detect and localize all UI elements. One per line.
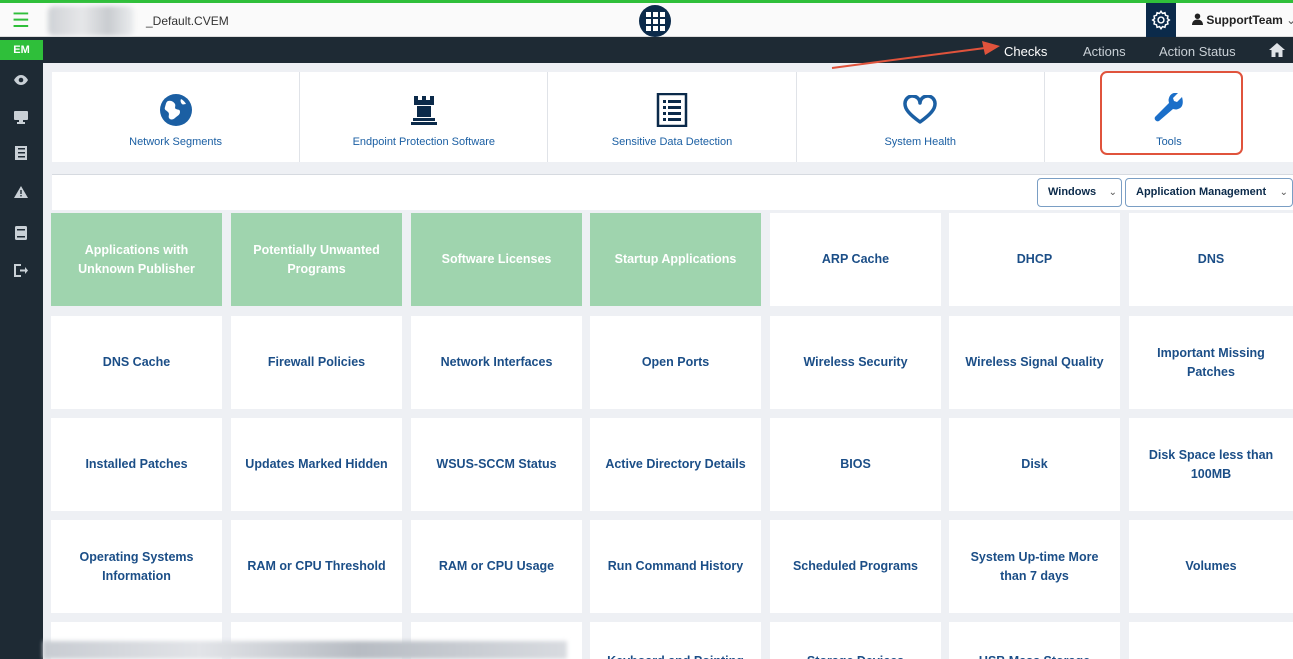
hamburger-menu-icon[interactable]: ☰ (8, 9, 34, 35)
category-label: System Health (884, 136, 956, 148)
chevron-down-icon: ⌄ (1286, 13, 1293, 27)
check-tile[interactable]: Startup Applications (590, 213, 761, 306)
environment-name: _Default.CVEM (146, 14, 229, 28)
check-tile[interactable]: Applications with Unknown Publisher (51, 213, 222, 306)
check-tile[interactable]: Scheduled Programs (770, 520, 941, 613)
gear-icon (1151, 10, 1171, 30)
check-tile[interactable]: BIOS (770, 418, 941, 511)
check-tile[interactable]: Disk (949, 418, 1120, 511)
checks-nav-bar: Checks Actions Action Status (43, 37, 1293, 63)
category-sensitive-data[interactable]: Sensitive Data Detection (548, 72, 797, 162)
tools-highlight-box (1100, 71, 1243, 155)
check-tile[interactable]: Software Licenses (411, 213, 582, 306)
monitor-icon[interactable] (11, 107, 31, 127)
check-tile[interactable]: System Up-time More than 7 days (949, 520, 1120, 613)
category-label: Sensitive Data Detection (611, 136, 733, 148)
app-grid-button[interactable] (639, 5, 671, 37)
document-list-icon (654, 92, 690, 128)
group-select-value: Application Management (1136, 186, 1267, 198)
check-tile[interactable]: Storage Devices (770, 622, 941, 659)
os-select-value: Windows (1048, 186, 1097, 198)
nav-actions[interactable]: Actions (1083, 44, 1126, 59)
os-select[interactable]: Windows ⌄ (1037, 178, 1122, 207)
category-label: Endpoint Protection Software (352, 136, 496, 148)
settings-button[interactable] (1146, 3, 1176, 37)
filter-bar: Windows ⌄ Application Management ⌄ (52, 174, 1293, 210)
check-tile[interactable]: DHCP (949, 213, 1120, 306)
nav-checks[interactable]: Checks (1004, 44, 1047, 59)
rook-icon (406, 92, 442, 128)
check-tile[interactable]: Potentially Unwanted Programs (231, 213, 402, 306)
check-tile[interactable]: Operating Systems Information (51, 520, 222, 613)
chevron-down-icon: ⌄ (1279, 187, 1288, 198)
check-tile[interactable]: Active Directory Details (590, 418, 761, 511)
user-menu[interactable]: SupportTeam ⌄ (1192, 13, 1293, 27)
check-tile[interactable]: Important Missing Patches (1129, 316, 1293, 409)
check-tile[interactable]: WSUS-SCCM Status (411, 418, 582, 511)
book-icon[interactable] (11, 223, 31, 243)
home-icon[interactable] (1268, 42, 1286, 58)
check-tile[interactable]: Updates Marked Hidden (231, 418, 402, 511)
check-tile[interactable]: Keyboard and Pointing (590, 622, 761, 659)
company-logo (48, 6, 134, 36)
chevron-down-icon: ⌄ (1108, 187, 1117, 198)
check-tile[interactable]: Volumes (1129, 520, 1293, 613)
eye-icon[interactable] (11, 70, 31, 90)
check-tile[interactable]: Disk Space less than 100MB (1129, 418, 1293, 511)
category-endpoint-protection[interactable]: Endpoint Protection Software (300, 72, 549, 162)
globe-icon (158, 92, 194, 128)
check-tile[interactable]: Open Ports (590, 316, 761, 409)
check-tile[interactable]: Firewall Policies (231, 316, 402, 409)
nav-action-status[interactable]: Action Status (1159, 44, 1236, 59)
user-name: SupportTeam (1206, 13, 1283, 27)
em-badge[interactable]: EM (0, 40, 43, 60)
blurred-overlay (43, 641, 567, 659)
check-tile[interactable]: Network Interfaces (411, 316, 582, 409)
user-icon (1192, 13, 1203, 25)
check-tile[interactable]: DNS (1129, 213, 1293, 306)
warning-icon[interactable] (11, 182, 31, 202)
left-sidebar: EM (0, 37, 43, 659)
category-network-segments[interactable]: Network Segments (52, 72, 301, 162)
check-tile[interactable]: Wireless Signal Quality (949, 316, 1120, 409)
check-tile[interactable]: Wireless Security (770, 316, 941, 409)
group-select[interactable]: Application Management ⌄ (1125, 178, 1293, 207)
logout-icon[interactable] (11, 260, 31, 280)
check-tile[interactable]: DNS Cache (51, 316, 222, 409)
check-tile[interactable]: USB Mass Storage (949, 622, 1120, 659)
check-tile[interactable]: Installed Patches (51, 418, 222, 511)
category-system-health[interactable]: System Health (797, 72, 1045, 162)
check-tile[interactable]: RAM or CPU Threshold (231, 520, 402, 613)
check-tile[interactable]: ARP Cache (770, 213, 941, 306)
grid-icon (645, 11, 665, 31)
category-label: Network Segments (129, 136, 223, 148)
check-tile[interactable] (1129, 622, 1293, 659)
top-bar: ☰ _Default.CVEM SupportTeam ⌄ (0, 0, 1293, 37)
check-tile[interactable]: RAM or CPU Usage (411, 520, 582, 613)
list-icon[interactable] (11, 143, 31, 163)
check-tile[interactable]: Run Command History (590, 520, 761, 613)
heart-icon (902, 92, 938, 128)
